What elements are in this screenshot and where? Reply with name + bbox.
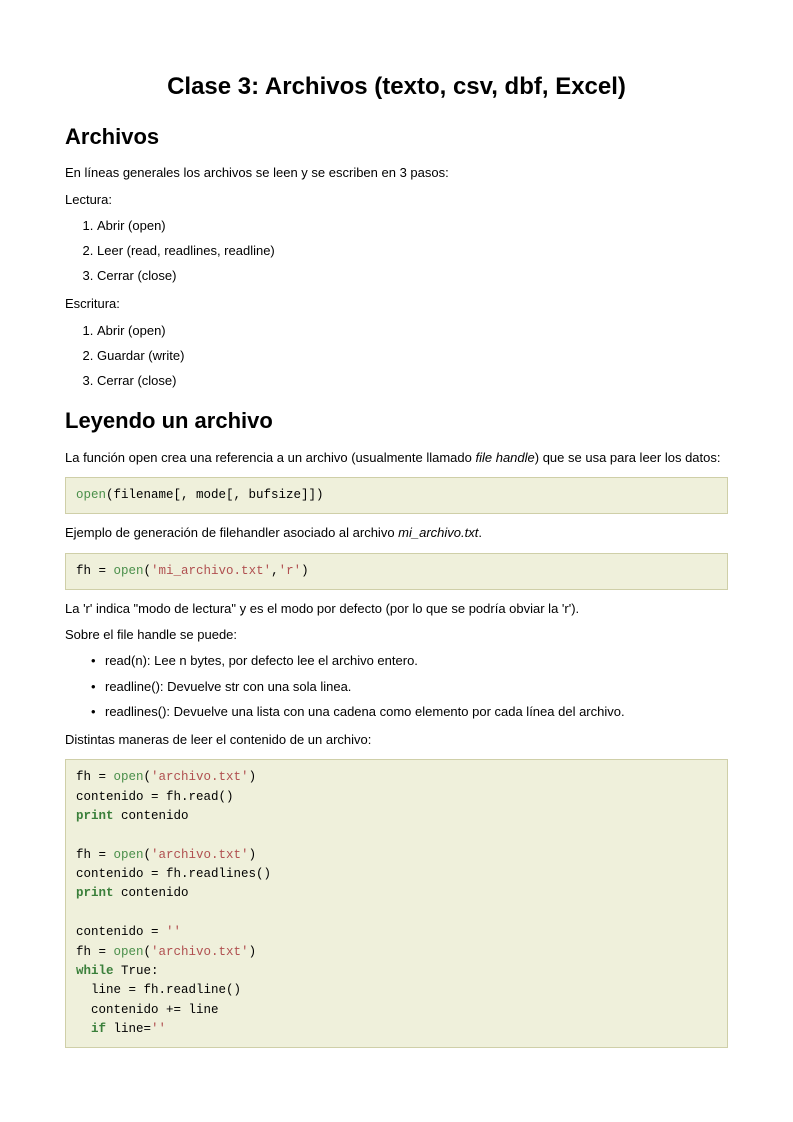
paragraph: La 'r' indica "modo de lectura" y es el …	[65, 600, 728, 618]
escritura-list: Abrir (open) Guardar (write) Cerrar (clo…	[65, 322, 728, 391]
paragraph: Sobre el file handle se puede:	[65, 626, 728, 644]
list-item: readline(): Devuelve str con una sola li…	[105, 678, 728, 696]
list-item: Leer (read, readlines, readline)	[97, 242, 728, 260]
list-item: Guardar (write)	[97, 347, 728, 365]
code-block-read-ways: fh = open('archivo.txt') contenido = fh.…	[65, 759, 728, 1048]
escritura-label: Escritura:	[65, 295, 728, 313]
list-item: Abrir (open)	[97, 217, 728, 235]
section-heading-leyendo: Leyendo un archivo	[65, 406, 728, 437]
page-title: Clase 3: Archivos (texto, csv, dbf, Exce…	[65, 70, 728, 104]
list-item: Cerrar (close)	[97, 372, 728, 390]
paragraph: Distintas maneras de leer el contenido d…	[65, 731, 728, 749]
list-item: read(n): Lee n bytes, por defecto lee el…	[105, 652, 728, 670]
list-item: readlines(): Devuelve una lista con una …	[105, 703, 728, 721]
list-item: Abrir (open)	[97, 322, 728, 340]
code-block-open-example: fh = open('mi_archivo.txt','r')	[65, 553, 728, 590]
list-item: Cerrar (close)	[97, 267, 728, 285]
paragraph: La función open crea una referencia a un…	[65, 449, 728, 467]
lectura-label: Lectura:	[65, 191, 728, 209]
lectura-list: Abrir (open) Leer (read, readlines, read…	[65, 217, 728, 286]
paragraph: Ejemplo de generación de filehandler aso…	[65, 524, 728, 542]
paragraph: En líneas generales los archivos se leen…	[65, 164, 728, 182]
methods-list: read(n): Lee n bytes, por defecto lee el…	[65, 652, 728, 721]
code-block-open-signature: open(filename[, mode[, bufsize]])	[65, 477, 728, 514]
section-heading-archivos: Archivos	[65, 122, 728, 153]
